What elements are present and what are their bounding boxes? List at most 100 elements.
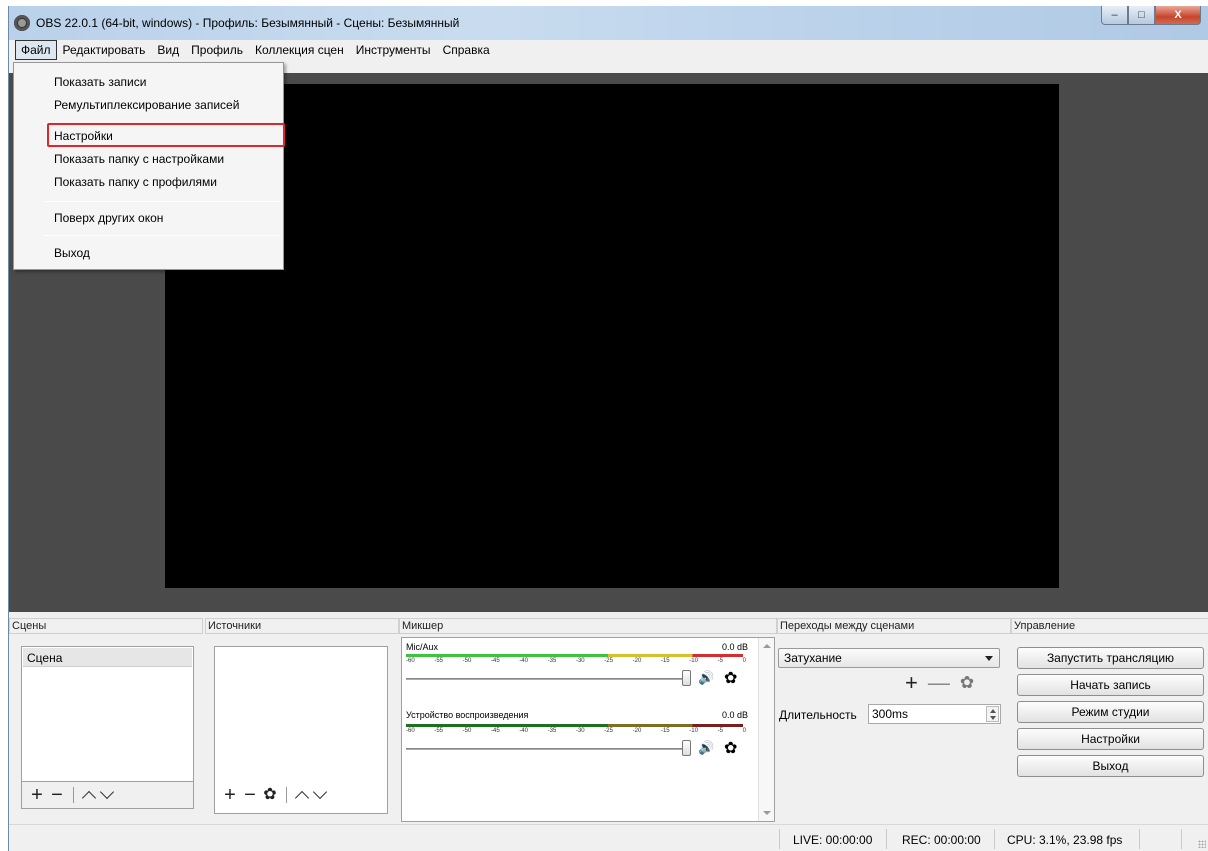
- status-separator: [886, 829, 887, 849]
- volume-slider[interactable]: [406, 748, 684, 750]
- studio-mode-button[interactable]: Режим студии: [1017, 701, 1204, 723]
- status-separator: [1139, 829, 1140, 849]
- remove-transition-icon[interactable]: —: [928, 670, 950, 696]
- remove-source-icon[interactable]: −: [240, 785, 260, 805]
- cpu-status: CPU: 3.1%, 23.98 fps: [1007, 833, 1123, 847]
- scale-tick: -35: [547, 658, 557, 664]
- transition-select[interactable]: Затухание: [778, 648, 1000, 668]
- volume-slider-handle[interactable]: [682, 740, 691, 756]
- menu-item-remux-recordings[interactable]: Ремультиплексирование записей: [54, 98, 239, 112]
- sources-dock-title: Источники: [205, 618, 399, 634]
- status-separator: [994, 829, 995, 849]
- menu-item-show-recordings[interactable]: Показать записи: [54, 75, 146, 89]
- mixer-channel-db: 0.0 dB: [721, 642, 748, 652]
- maximize-button[interactable]: □: [1128, 6, 1155, 25]
- scenes-dock-title: Сцены: [9, 618, 203, 634]
- sources-toolbar: + − ✿: [220, 782, 329, 808]
- menu-separator: [44, 235, 279, 236]
- menu-item-always-on-top[interactable]: Поверх других окон: [54, 211, 163, 225]
- remove-scene-icon[interactable]: −: [47, 785, 67, 805]
- scene-item[interactable]: Сцена: [23, 648, 192, 667]
- scale-tick: -15: [660, 728, 670, 734]
- scenes-toolbar: + −: [27, 782, 116, 808]
- add-transition-icon[interactable]: +: [905, 670, 918, 696]
- menu-edit[interactable]: Редактировать: [57, 40, 152, 60]
- transition-properties-gear-icon[interactable]: ✿: [960, 673, 974, 693]
- menu-scene-collection[interactable]: Коллекция сцен: [249, 40, 350, 60]
- exit-button[interactable]: Выход: [1017, 755, 1204, 777]
- volume-slider-handle[interactable]: [682, 670, 691, 686]
- menu-item-exit[interactable]: Выход: [54, 246, 90, 260]
- scenes-list[interactable]: Сцена: [21, 646, 194, 782]
- meter-scale: -60 -55 -50 -45 -40 -35 -30 -25 -20 -15 …: [406, 728, 746, 734]
- start-recording-button[interactable]: Начать запись: [1017, 674, 1204, 696]
- menu-item-show-profile-folder[interactable]: Показать папку с профилями: [54, 175, 217, 189]
- speaker-icon[interactable]: 🔊: [698, 740, 714, 756]
- add-source-icon[interactable]: +: [220, 785, 240, 805]
- mixer-channel-name: Устройство воспроизведения: [406, 710, 529, 720]
- minimize-button[interactable]: –: [1101, 6, 1128, 25]
- obs-main-window: OBS 22.0.1 (64-bit, windows) - Профиль: …: [8, 6, 1208, 851]
- scale-tick: -10: [689, 728, 698, 734]
- transitions-dock-title: Переходы между сценами: [777, 618, 1011, 634]
- scale-tick: 0: [742, 728, 746, 734]
- scale-tick: -55: [434, 728, 443, 734]
- transition-selected: Затухание: [784, 651, 842, 665]
- scale-tick: -20: [632, 658, 642, 664]
- scale-tick: -35: [547, 728, 557, 734]
- close-button[interactable]: X: [1155, 6, 1201, 25]
- title-bar[interactable]: OBS 22.0.1 (64-bit, windows) - Профиль: …: [9, 6, 1208, 40]
- resize-grip-icon[interactable]: [1198, 840, 1206, 848]
- spin-arrows-icon[interactable]: [986, 706, 999, 722]
- settings-button[interactable]: Настройки: [1017, 728, 1204, 750]
- transition-toolbar: + — ✿: [905, 670, 974, 696]
- mixer-channel-name: Mic/Aux: [406, 642, 439, 652]
- channel-settings-gear-icon[interactable]: ✿: [724, 738, 737, 758]
- scale-tick: -25: [604, 728, 613, 734]
- toolbar-separator: [286, 787, 287, 803]
- scale-tick: -30: [575, 728, 585, 734]
- move-up-icon[interactable]: [294, 790, 310, 806]
- move-down-icon[interactable]: [99, 784, 115, 800]
- menu-item-settings[interactable]: Настройки: [54, 129, 113, 143]
- menu-help[interactable]: Справка: [437, 40, 496, 60]
- window-title: OBS 22.0.1 (64-bit, windows) - Профиль: …: [36, 16, 460, 30]
- scale-tick: -40: [519, 728, 528, 734]
- preview-canvas[interactable]: [165, 84, 1059, 588]
- scale-tick: -25: [604, 658, 613, 664]
- menu-item-show-settings-folder[interactable]: Показать папку с настройками: [54, 152, 224, 166]
- source-properties-gear-icon[interactable]: ✿: [260, 785, 280, 805]
- rec-status: REC: 00:00:00: [902, 833, 981, 847]
- menu-tools[interactable]: Инструменты: [350, 40, 437, 60]
- add-scene-icon[interactable]: +: [27, 785, 47, 805]
- scale-tick: -20: [632, 728, 642, 734]
- volume-meter: [406, 724, 743, 727]
- scale-tick: -15: [660, 658, 670, 664]
- chevron-down-icon: [985, 656, 993, 661]
- menu-file[interactable]: Файл: [15, 40, 57, 60]
- scale-tick: -50: [462, 658, 472, 664]
- move-down-icon[interactable]: [312, 784, 328, 800]
- speaker-icon[interactable]: 🔊: [698, 670, 714, 686]
- obs-logo-icon: [14, 15, 30, 31]
- duration-input[interactable]: 300ms: [868, 704, 1001, 724]
- scale-tick: -10: [689, 658, 698, 664]
- scale-tick: 0: [742, 658, 746, 664]
- menu-profile[interactable]: Профиль: [185, 40, 249, 60]
- status-separator: [779, 829, 780, 849]
- duration-value: 300ms: [872, 707, 909, 721]
- channel-settings-gear-icon[interactable]: ✿: [724, 668, 737, 688]
- scale-tick: -45: [490, 728, 500, 734]
- live-status: LIVE: 00:00:00: [793, 833, 873, 847]
- menu-separator: [44, 201, 279, 202]
- menu-view[interactable]: Вид: [151, 40, 185, 60]
- volume-slider[interactable]: [406, 678, 684, 680]
- scroll-up-arrow-icon[interactable]: [763, 644, 771, 648]
- mixer-scrollbar[interactable]: [758, 638, 774, 821]
- move-up-icon[interactable]: [81, 790, 97, 806]
- scale-tick: -60: [406, 658, 415, 664]
- start-streaming-button[interactable]: Запустить трансляцию: [1017, 647, 1204, 669]
- mixer-channel-db: 0.0 dB: [721, 710, 748, 720]
- scroll-down-arrow-icon[interactable]: [763, 811, 771, 815]
- scale-tick: -5: [717, 728, 723, 734]
